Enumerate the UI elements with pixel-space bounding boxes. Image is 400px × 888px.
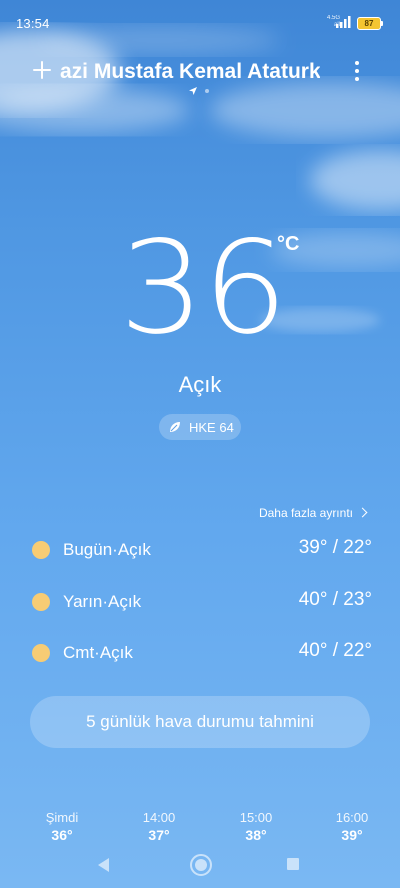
page-dot	[205, 89, 209, 93]
temperature-unit: °C	[277, 233, 300, 255]
forecast-row[interactable]: Bugün·Açık 39° / 22°	[30, 537, 372, 563]
signal-icon	[336, 16, 351, 28]
location-arrow-icon	[189, 87, 197, 95]
sunny-icon	[32, 541, 50, 559]
forecast-temp-range: 40° / 23°	[298, 589, 372, 610]
status-time: 13:54	[16, 16, 50, 31]
recent-apps-icon[interactable]	[287, 858, 299, 870]
forecast-day-label: Bugün·Açık	[63, 540, 151, 559]
city-title[interactable]: azi Mustafa Kemal Ataturk	[60, 60, 320, 84]
hourly-temp: 39°	[341, 827, 363, 840]
hourly-time: Şimdi	[45, 810, 79, 825]
more-options-icon[interactable]	[352, 60, 362, 82]
forecast-row[interactable]: Yarın·Açık 40° / 23°	[30, 589, 372, 615]
forecast-temp-range: 39° / 22°	[298, 537, 372, 558]
hourly-temp: 38°	[245, 827, 267, 840]
more-details-label: Daha fazla ayrıntı	[258, 506, 353, 520]
hourly-item: Şimdi 36°	[32, 810, 92, 840]
leaf-icon	[170, 422, 180, 432]
sunny-icon	[32, 593, 50, 611]
sunny-icon	[32, 644, 50, 662]
hourly-temp: 37°	[148, 827, 170, 840]
forecast-day-label: Yarın·Açık	[63, 592, 142, 611]
hourly-item: 16:00 39°	[322, 810, 382, 840]
chevron-right-icon	[357, 507, 368, 518]
hourly-time: 15:00	[239, 810, 273, 825]
status-bar: 13:54 4.5G all 87	[0, 0, 400, 44]
hourly-item: 15:00 38°	[226, 810, 286, 840]
battery-icon: 87	[357, 17, 383, 30]
add-city-icon[interactable]	[32, 60, 52, 80]
five-day-forecast-button[interactable]: 5 günlük hava durumu tahmini	[30, 696, 370, 748]
air-quality-badge[interactable]: HKE 64	[159, 414, 241, 440]
page-indicator	[188, 86, 214, 96]
hourly-time: 16:00	[335, 810, 369, 825]
air-quality-label: HKE 64	[189, 420, 234, 435]
current-condition: Açık	[178, 372, 222, 397]
forecast-temp-range: 40° / 22°	[298, 640, 372, 661]
hourly-forecast[interactable]: Şimdi 36° 14:00 37° 15:00 38° 16:00 39°	[0, 810, 400, 840]
current-temperature: 36	[119, 214, 288, 363]
hourly-item: 14:00 37°	[129, 810, 189, 840]
home-icon[interactable]	[190, 854, 212, 876]
more-details-link[interactable]: Daha fazla ayrıntı	[258, 506, 368, 520]
back-icon[interactable]	[98, 858, 109, 872]
navigation-bar	[0, 842, 400, 888]
forecast-row[interactable]: Cmt·Açık 40° / 22°	[30, 640, 372, 666]
forecast-day-label: Cmt·Açık	[63, 643, 133, 662]
hourly-time: 14:00	[142, 810, 176, 825]
hourly-temp: 36°	[51, 827, 73, 840]
